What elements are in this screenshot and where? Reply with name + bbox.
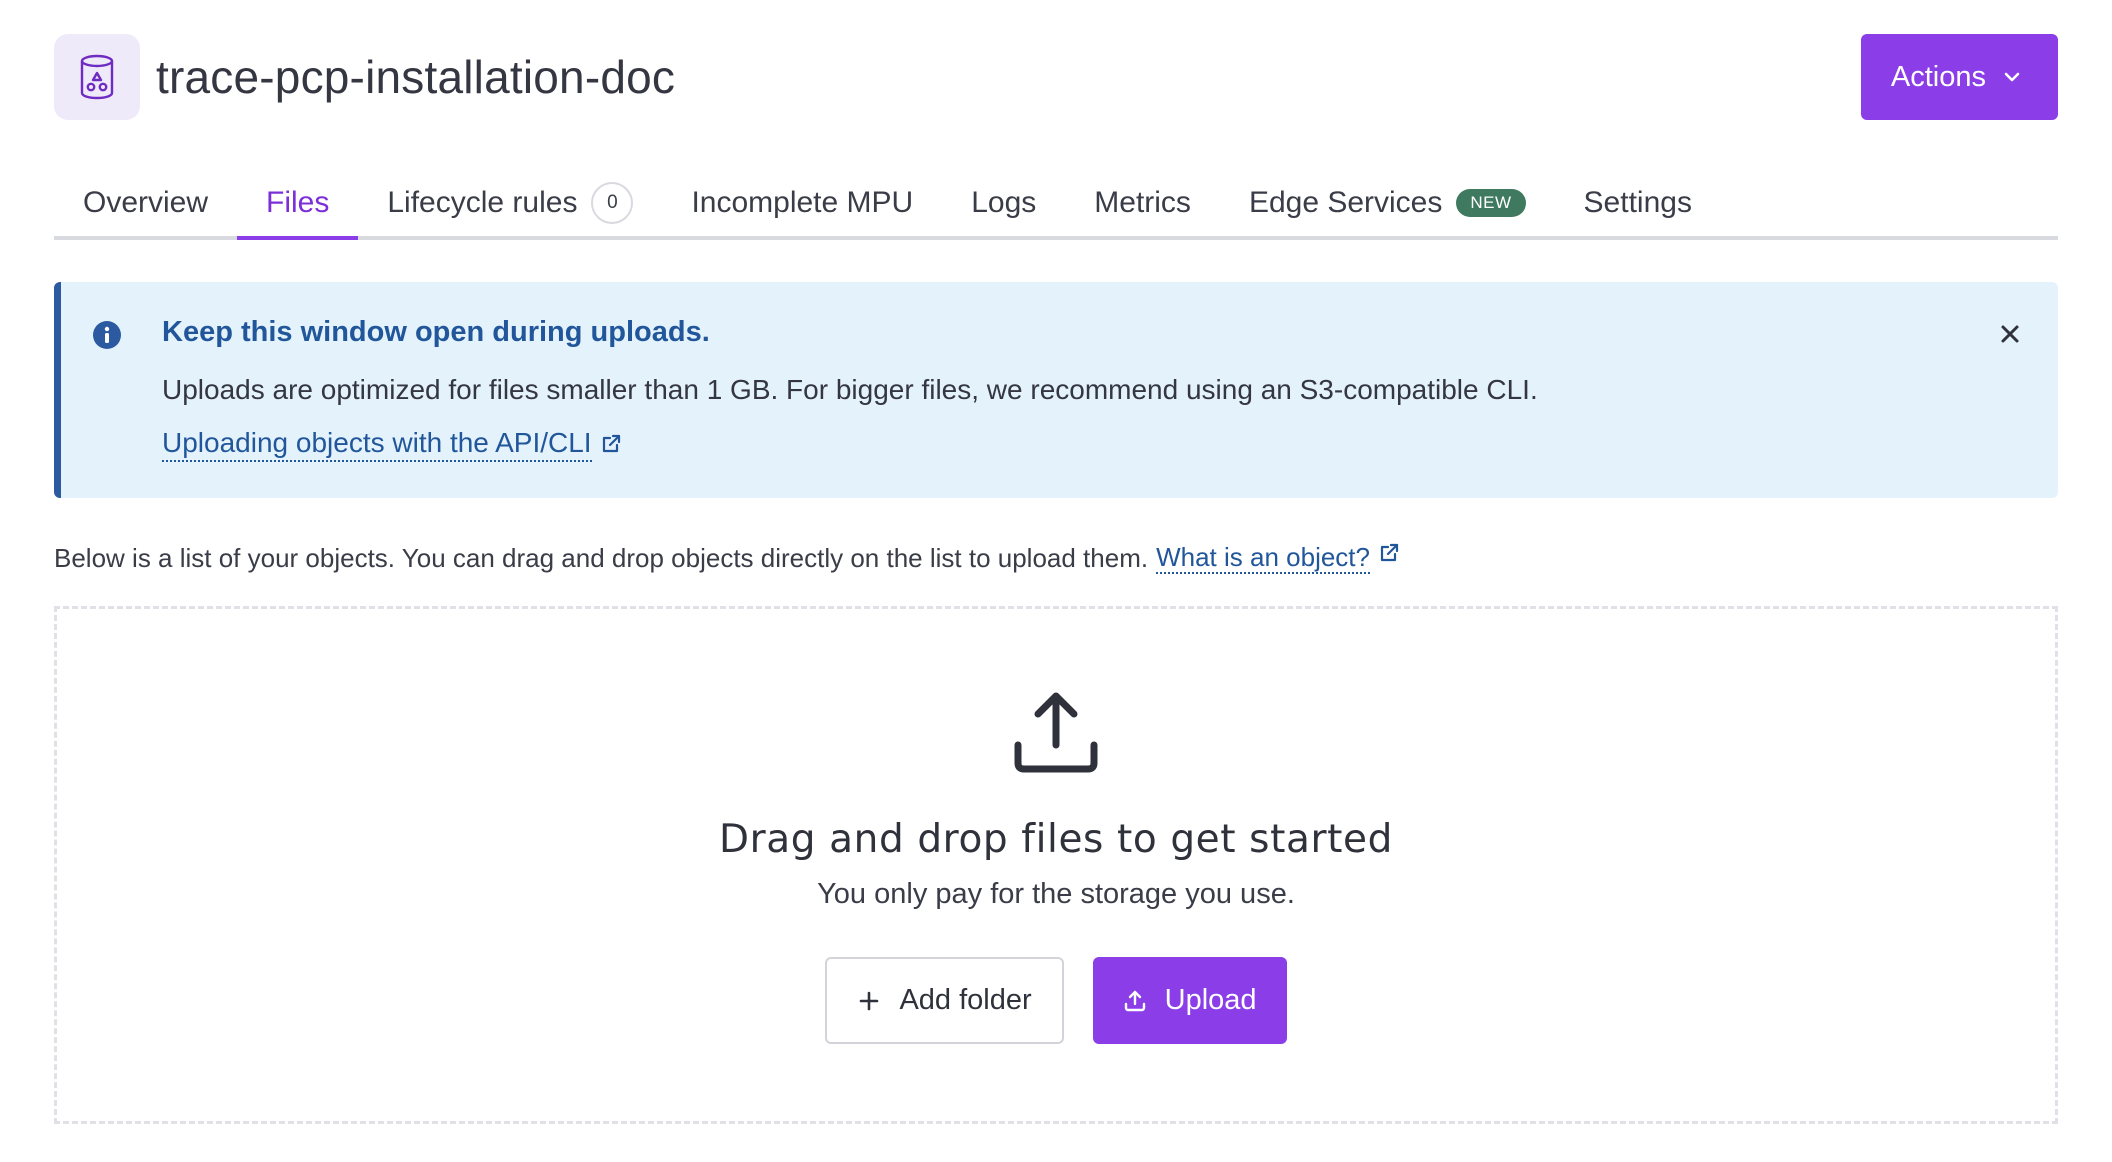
tab-label: Metrics [1094, 186, 1191, 219]
actions-button[interactable]: Actions [1860, 34, 2058, 120]
actions-button-label: Actions [1890, 60, 1986, 93]
tab-label: Files [266, 186, 330, 219]
description-text: Below is a list of your objects. You can… [54, 542, 1149, 573]
alert-text: Uploads are optimized for files smaller … [162, 374, 1538, 405]
add-folder-button[interactable]: Add folder [825, 957, 1064, 1044]
upload-info-alert: Keep this window open during uploads. Up… [54, 282, 2058, 498]
tab-label: Logs [971, 186, 1037, 219]
new-badge: NEW [1456, 189, 1526, 217]
tab-overview[interactable]: Overview [54, 170, 237, 236]
lifecycle-rules-count: 0 [591, 182, 634, 224]
page-header: trace-pcp-installation-doc Actions [54, 34, 2058, 120]
objects-description: Below is a list of your objects. You can… [54, 540, 2058, 576]
alert-title: Keep this window open during uploads. [162, 316, 710, 348]
upload-icon [1014, 692, 1098, 773]
close-icon[interactable] [1998, 322, 2022, 346]
tab-lifecycle-rules[interactable]: Lifecycle rules 0 [358, 170, 662, 236]
upload-button[interactable]: Upload [1092, 957, 1287, 1044]
tab-files[interactable]: Files [237, 170, 359, 240]
tab-bar: Overview Files Lifecycle rules 0 Incompl… [54, 170, 2058, 240]
tab-label: Settings [1583, 186, 1692, 219]
file-dropzone[interactable]: Drag and drop files to get started You o… [54, 606, 2058, 1124]
page-title: trace-pcp-installation-doc [156, 51, 676, 103]
alert-link-row: Uploading objects with the API/CLI [162, 426, 2018, 462]
dropzone-subtitle: You only pay for the storage you use. [817, 878, 1295, 910]
tab-label: Edge Services [1248, 186, 1443, 219]
tab-edge-services[interactable]: Edge Services NEW [1220, 170, 1555, 236]
tab-label: Lifecycle rules [387, 186, 578, 219]
chevron-down-icon [2004, 72, 2020, 82]
add-folder-label: Add folder [899, 984, 1032, 1016]
api-cli-docs-link[interactable]: Uploading objects with the API/CLI [162, 426, 592, 462]
header-title-group: trace-pcp-installation-doc [54, 34, 675, 120]
external-link-icon [1380, 543, 1399, 562]
what-is-object-link[interactable]: What is an object? [1156, 542, 1370, 574]
plus-icon [860, 991, 879, 1010]
tab-label: Overview [83, 186, 209, 219]
info-icon [93, 321, 121, 349]
upload-label: Upload [1164, 984, 1257, 1016]
tab-logs[interactable]: Logs [942, 170, 1065, 236]
bucket-icon [54, 34, 140, 120]
tab-label: Incomplete MPU [691, 186, 914, 219]
bucket-page: trace-pcp-installation-doc Actions Overv… [0, 34, 2112, 1162]
dropzone-title: Drag and drop files to get started [719, 817, 1393, 862]
alert-body: Keep this window open during uploads. Up… [162, 312, 2018, 462]
external-link-icon [602, 434, 620, 453]
upload-icon [1124, 990, 1145, 1011]
tab-incomplete-mpu[interactable]: Incomplete MPU [662, 170, 942, 236]
dropzone-buttons: Add folder Upload [825, 957, 1287, 1044]
tab-metrics[interactable]: Metrics [1065, 170, 1220, 236]
tab-settings[interactable]: Settings [1555, 170, 1721, 236]
